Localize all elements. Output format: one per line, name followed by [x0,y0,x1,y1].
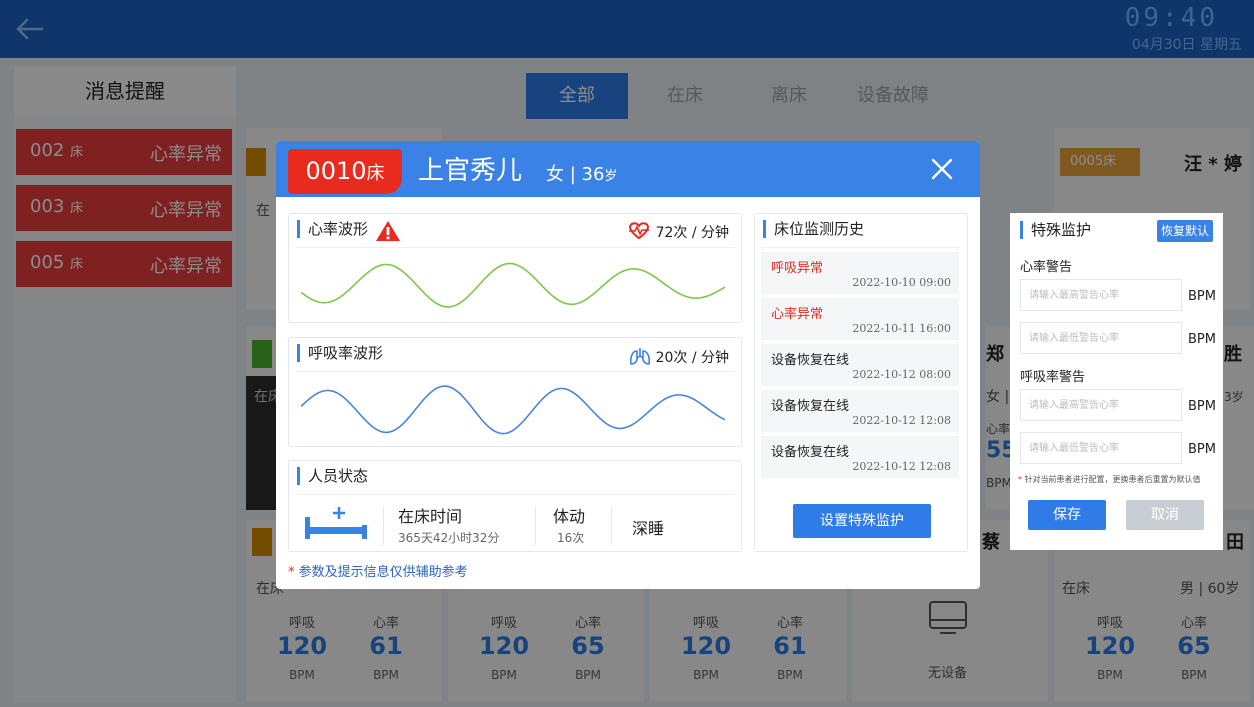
sleep-state: 深睡 [632,519,665,538]
history-time: 2022-10-12 12:08 [852,460,951,473]
respiration-rate: 20次 / 分钟 [629,346,729,367]
bed-history-panel: 床位监测历史 呼吸异常 2022-10-10 09:00 心率异常 2022-1… [754,213,968,552]
panel-title: 人员状态 [297,467,368,485]
unit-label: BPM [1188,289,1216,304]
history-label: 设备恢复在线 [771,399,850,414]
respiration-waveform [301,385,726,435]
panel-divider [295,371,735,372]
history-item[interactable]: 设备恢复在线 2022-10-12 12:08 [761,390,959,432]
history-label: 呼吸异常 [771,261,824,276]
special-monitor-panel: 特殊监护 恢复默认 心率警告 BPM BPM 呼吸率警告 BPM BPM * 针… [1010,213,1223,550]
restore-default-button[interactable]: 恢复默认 [1157,220,1213,242]
history-item[interactable]: 设备恢复在线 2022-10-12 08:00 [761,344,959,386]
hr-warning-label: 心率警告 [1020,260,1073,275]
bed-number-badge: 0010床 [288,149,402,194]
modal-header: 0010床 上官秀儿 女 | 36岁 [276,141,980,197]
person-status-panel: 人员状态 在床时间 365天42小时32分 体动 16次 深睡 [288,460,742,552]
heart-waveform [301,262,726,308]
movement-label: 体动 [553,507,586,526]
history-item[interactable]: 心率异常 2022-10-11 16:00 [761,298,959,340]
panel-title: 呼吸率波形 [297,344,383,362]
heart-rate-icon [629,222,650,240]
patient-gender-age: 女 | 36岁 [546,164,618,185]
patient-detail-modal: 0010床 上官秀儿 女 | 36岁 心率波形 72次 / 分钟 呼吸率波形 2… [276,141,980,589]
config-note: * 针对当前患者进行配置，更换患者后重置为默认值 [1018,475,1201,484]
status-divider [611,507,612,545]
resp-low-input[interactable] [1020,432,1182,464]
panel-divider [295,247,735,248]
set-special-monitor-button[interactable]: 设置特殊监护 [793,504,931,538]
resp-warning-label: 呼吸率警告 [1020,370,1086,385]
cancel-button[interactable]: 取消 [1126,500,1204,530]
panel-divider [761,247,961,248]
resp-high-input[interactable] [1020,389,1182,421]
heart-wave-panel: 心率波形 72次 / 分钟 [288,213,742,323]
warning-icon [376,221,400,241]
hr-low-input[interactable] [1020,322,1182,354]
heart-rate: 72次 / 分钟 [627,222,729,242]
unit-label: BPM [1188,332,1216,347]
status-divider [535,507,536,545]
respiration-wave-panel: 呼吸率波形 20次 / 分钟 [288,337,742,447]
history-label: 设备恢复在线 [771,445,850,460]
movement-value: 16次 [557,531,585,545]
bed-time-value: 365天42小时32分 [398,531,500,545]
panel-title: 心率波形 [297,220,368,238]
patient-name: 上官秀儿 [418,156,523,186]
history-label: 设备恢复在线 [771,353,850,368]
panel-divider [295,494,735,495]
close-icon[interactable] [930,157,954,181]
history-time: 2022-10-11 16:00 [852,322,951,335]
history-time: 2022-10-12 12:08 [852,414,951,427]
unit-label: BPM [1188,399,1216,414]
unit-label: BPM [1188,442,1216,457]
panel-title: 特殊监护 [1020,221,1091,239]
history-item[interactable]: 设备恢复在线 2022-10-12 12:08 [761,436,959,478]
history-label: 心率异常 [771,307,824,322]
lungs-icon [630,348,651,365]
status-divider [383,507,384,545]
history-time: 2022-10-10 09:00 [852,276,951,289]
bed-icon [305,507,367,539]
reference-footnote: * 参数及提示信息仅供辅助参考 [288,565,468,580]
bed-time-label: 在床时间 [398,507,463,526]
history-time: 2022-10-12 08:00 [852,368,951,381]
save-button[interactable]: 保存 [1028,500,1106,530]
history-item[interactable]: 呼吸异常 2022-10-10 09:00 [761,252,959,294]
hr-high-input[interactable] [1020,279,1182,311]
panel-title: 床位监测历史 [763,220,864,238]
